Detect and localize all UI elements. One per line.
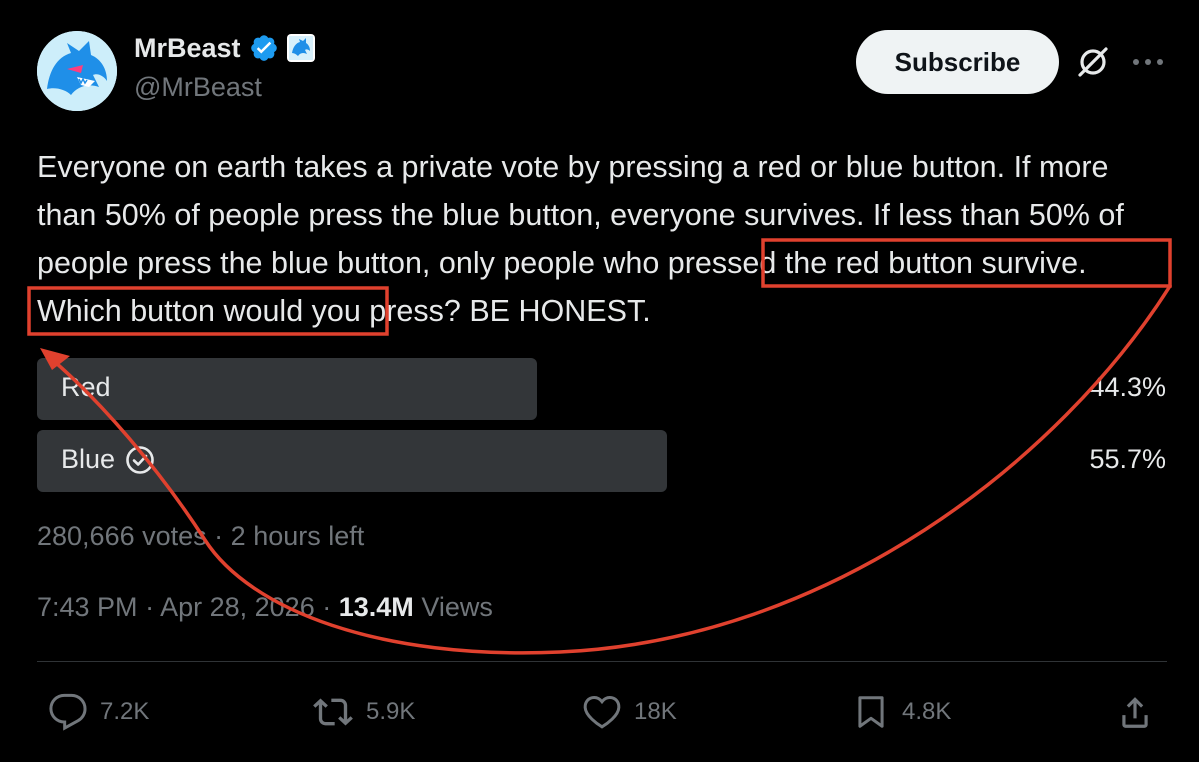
meta-separator: ·: [322, 592, 332, 622]
grok-icon[interactable]: [1075, 44, 1111, 80]
author-row: MrBeast: [134, 30, 315, 66]
poll-meta: 280,666 votes · 2 hours left: [37, 521, 364, 552]
heart-icon: [583, 695, 621, 729]
repost-count: 5.9K: [366, 698, 416, 725]
reply-button[interactable]: 7.2K: [48, 687, 149, 737]
divider: [37, 661, 1167, 662]
author-handle[interactable]: @MrBeast: [134, 72, 262, 103]
avatar[interactable]: [37, 31, 117, 111]
poll-separator: ·: [214, 521, 224, 551]
author-name[interactable]: MrBeast: [134, 33, 241, 64]
views-label: Views: [421, 592, 493, 622]
poll-option-red[interactable]: Red: [61, 372, 111, 403]
tweet-time[interactable]: 7:43 PM: [37, 592, 138, 622]
poll-option-label: Red: [61, 372, 111, 402]
repost-icon: [313, 698, 353, 726]
reply-icon: [49, 693, 87, 731]
more-horizontal-icon[interactable]: [1130, 50, 1166, 74]
tweet-date[interactable]: Apr 28, 2026: [160, 592, 315, 622]
poll-time-left: 2 hours left: [230, 521, 365, 551]
poll-percent-red: 44.3%: [1089, 372, 1166, 402]
timestamp-row: 7:43 PM · Apr 28, 2026 · 13.4M Views: [37, 592, 493, 623]
like-button[interactable]: 18K: [582, 687, 677, 737]
poll-percent-blue: 55.7%: [1089, 444, 1166, 474]
poll-bar-red: [37, 358, 537, 420]
affiliate-badge-icon[interactable]: [286, 34, 315, 62]
bookmark-count: 4.8K: [902, 698, 952, 725]
bookmark-icon: [858, 696, 884, 728]
meta-separator: ·: [145, 592, 155, 622]
check-circle-icon: [126, 445, 154, 474]
views-count[interactable]: 13.4M: [339, 592, 414, 622]
subscribe-button[interactable]: Subscribe: [856, 30, 1059, 94]
like-count: 18K: [634, 698, 677, 725]
bookmark-button[interactable]: 4.8K: [852, 687, 951, 737]
reply-count: 7.2K: [100, 698, 150, 725]
mrbeast-panther-logo-icon: [37, 31, 117, 111]
tweet-text-part2: Which button would you press? BE HONEST.: [37, 294, 651, 328]
poll-votes: 280,666 votes: [37, 521, 207, 551]
poll-option-label: Blue: [61, 444, 116, 474]
share-icon: [1122, 697, 1148, 728]
repost-button[interactable]: 5.9K: [312, 687, 415, 737]
share-button[interactable]: [1116, 687, 1154, 737]
tweet-text: Everyone on earth takes a private vote b…: [37, 143, 1172, 335]
verified-badge-icon[interactable]: [249, 33, 279, 63]
tweet-text-highlight-1: only people who pressed: [438, 246, 777, 280]
poll-option-blue[interactable]: Blue: [61, 444, 155, 475]
tweet-text-highlight-2: the red button survive.: [784, 246, 1087, 280]
